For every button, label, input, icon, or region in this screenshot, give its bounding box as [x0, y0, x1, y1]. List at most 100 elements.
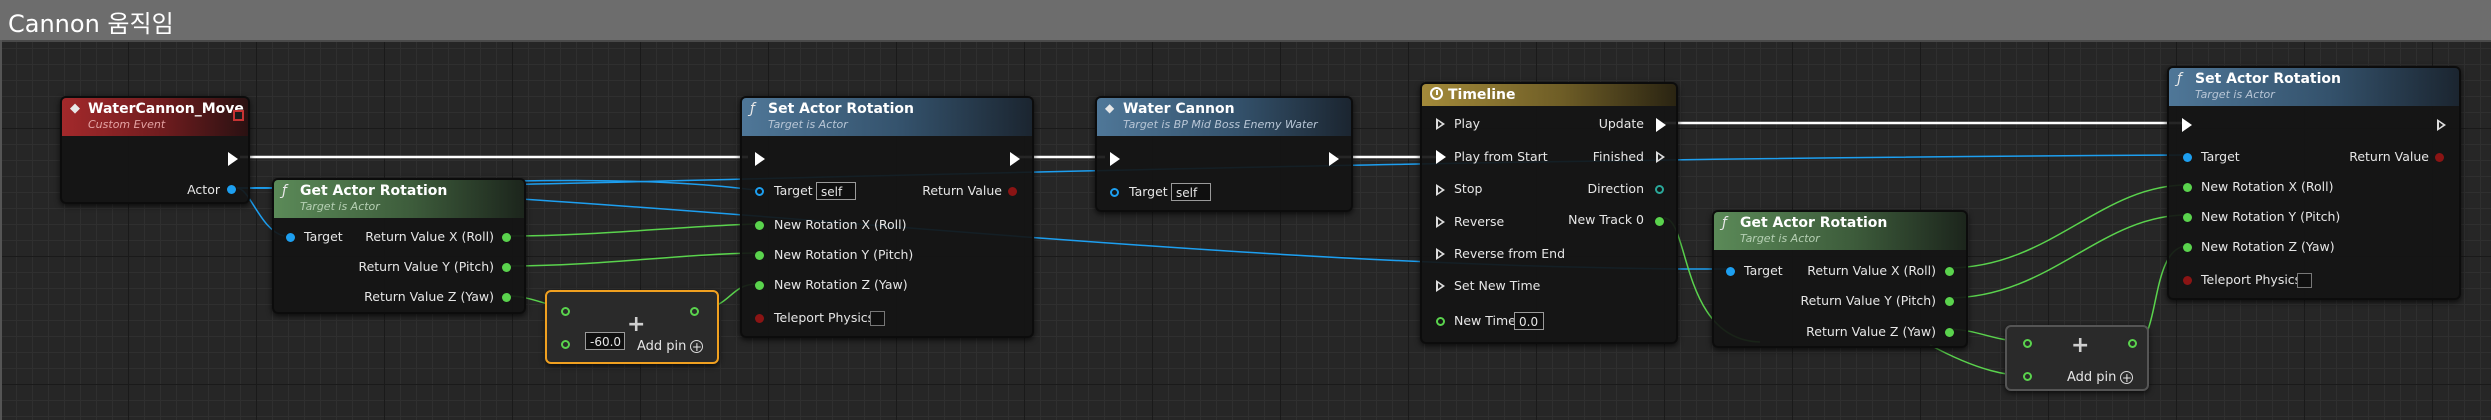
- new-rot-z-pin[interactable]: [755, 281, 764, 290]
- new-rot-y-pin[interactable]: [2183, 213, 2192, 222]
- add-value-field[interactable]: -60.0: [585, 332, 625, 350]
- target-in-pin[interactable]: [755, 187, 764, 196]
- reverse-from-end-exec-pin[interactable]: [1436, 248, 1445, 260]
- add-in-pin-a[interactable]: [2023, 339, 2032, 348]
- timeline-node[interactable]: Timeline Play Update Play from Start Fin…: [1420, 82, 1678, 344]
- new-rot-z-pin[interactable]: [2183, 243, 2192, 252]
- return-y-pin[interactable]: [502, 263, 511, 272]
- node-subtitle: Target is Actor: [2195, 88, 2275, 101]
- custom-event-node[interactable]: ◆ WaterCannon_Move Custom Event Actor: [60, 96, 250, 204]
- play-from-start-exec-pin[interactable]: [1436, 150, 1446, 164]
- update-exec-pin[interactable]: [1656, 118, 1666, 132]
- new-rot-x-pin[interactable]: [2183, 183, 2192, 192]
- return-x-pin[interactable]: [1945, 267, 1954, 276]
- function-icon-glyph: ƒ: [282, 183, 287, 199]
- new-rot-z-label: New Rotation Z (Yaw): [2201, 239, 2335, 254]
- node-header[interactable]: ◆ Water Cannon Target is BP Mid Boss Ene…: [1097, 98, 1351, 136]
- return-x-label: Return Value X (Roll): [365, 229, 494, 244]
- target-in-pin[interactable]: [1726, 267, 1735, 276]
- add-out-pin[interactable]: [690, 307, 699, 316]
- water-cannon-node[interactable]: ◆ Water Cannon Target is BP Mid Boss Ene…: [1095, 96, 1353, 212]
- exec-in-pin[interactable]: [755, 152, 765, 166]
- exec-in-pin[interactable]: [1110, 152, 1120, 166]
- add-in-pin-b[interactable]: [561, 340, 570, 349]
- get-actor-rotation-node[interactable]: function-icon ƒ Get Actor Rotation Targe…: [272, 178, 526, 314]
- add-out-pin[interactable]: [2128, 339, 2137, 348]
- finished-label: Finished: [1592, 149, 1644, 164]
- return-value-label: Return Value: [922, 183, 1002, 198]
- add-float-node[interactable]: + Add pin +: [2005, 325, 2149, 391]
- get-actor-rotation-node[interactable]: ƒ Get Actor Rotation Target is Actor Tar…: [1712, 210, 1968, 348]
- teleport-physics-checkbox[interactable]: [2297, 273, 2312, 288]
- node-header[interactable]: ◆ WaterCannon_Move Custom Event: [62, 98, 248, 136]
- reverse-label: Reverse: [1454, 214, 1505, 229]
- node-header[interactable]: ƒ Set Actor Rotation Target is Actor: [742, 98, 1032, 136]
- return-y-label: Return Value Y (Pitch): [1800, 293, 1936, 308]
- exec-out-pin[interactable]: [228, 152, 238, 166]
- node-header[interactable]: Timeline: [1422, 84, 1676, 106]
- target-in-pin[interactable]: [286, 233, 295, 242]
- actor-out-pin[interactable]: [227, 185, 236, 194]
- delegate-pin-icon[interactable]: [233, 110, 244, 121]
- return-y-label: Return Value Y (Pitch): [358, 259, 494, 274]
- play-exec-pin[interactable]: [1436, 118, 1445, 130]
- add-float-node[interactable]: -60.0 + Add pin +: [545, 290, 719, 364]
- actor-pin-label: Actor: [187, 182, 220, 197]
- add-plus-symbol: +: [627, 312, 646, 337]
- target-self-field[interactable]: self: [816, 182, 856, 200]
- return-y-pin[interactable]: [1945, 297, 1954, 306]
- return-value-pin[interactable]: [2435, 153, 2444, 162]
- return-x-label: Return Value X (Roll): [1807, 263, 1936, 278]
- event-diamond-icon: ◆: [70, 101, 80, 116]
- return-z-pin[interactable]: [1945, 328, 1954, 337]
- target-in-pin[interactable]: [1110, 188, 1119, 197]
- node-header[interactable]: function-icon ƒ Get Actor Rotation Targe…: [274, 180, 524, 218]
- set-actor-rotation-node[interactable]: ƒ Set Actor Rotation Target is Actor Tar…: [740, 96, 1034, 338]
- new-rot-y-pin[interactable]: [755, 251, 764, 260]
- direction-pin[interactable]: [1655, 185, 1664, 194]
- reverse-exec-pin[interactable]: [1436, 216, 1445, 228]
- node-subtitle: Target is BP Mid Boss Enemy Water: [1123, 118, 1318, 131]
- return-x-pin[interactable]: [502, 233, 511, 242]
- comment-box-header[interactable]: Cannon 움직임: [0, 0, 2491, 42]
- new-time-pin[interactable]: [1436, 317, 1445, 326]
- new-track-pin[interactable]: [1655, 217, 1664, 226]
- add-pin-button[interactable]: Add pin +: [2067, 370, 2134, 385]
- node-header[interactable]: ƒ Set Actor Rotation Target is Actor: [2169, 68, 2459, 106]
- add-in-pin-b[interactable]: [2023, 372, 2032, 381]
- target-label: Target: [2201, 149, 2240, 164]
- node-title: Get Actor Rotation: [1740, 215, 1888, 231]
- node-title: WaterCannon_Move: [88, 101, 244, 117]
- add-pin-button[interactable]: Add pin +: [637, 339, 704, 354]
- target-self-field[interactable]: self: [1171, 183, 1211, 201]
- set-new-time-exec-pin[interactable]: [1436, 280, 1445, 292]
- exec-out-pin[interactable]: [2437, 119, 2446, 131]
- play-label: Play: [1454, 116, 1481, 131]
- return-value-label: Return Value: [2349, 149, 2429, 164]
- stop-label: Stop: [1454, 181, 1483, 196]
- finished-exec-pin[interactable]: [1656, 151, 1665, 163]
- add-in-pin-a[interactable]: [561, 307, 570, 316]
- node-subtitle: Custom Event: [88, 118, 166, 131]
- teleport-physics-checkbox[interactable]: [870, 311, 885, 326]
- direction-label: Direction: [1587, 181, 1644, 196]
- add-plus-symbol: +: [2071, 333, 2090, 358]
- node-title: Water Cannon: [1123, 101, 1235, 117]
- teleport-physics-pin[interactable]: [755, 314, 764, 323]
- exec-out-pin[interactable]: [1010, 152, 1020, 166]
- exec-out-pin[interactable]: [1329, 152, 1339, 166]
- new-time-field[interactable]: 0.0: [1514, 312, 1544, 330]
- comment-title: Cannon 움직임: [8, 10, 174, 38]
- target-in-pin[interactable]: [2183, 153, 2192, 162]
- node-subtitle: Target is Actor: [300, 200, 380, 213]
- stop-exec-pin[interactable]: [1436, 184, 1445, 196]
- return-z-pin[interactable]: [502, 293, 511, 302]
- teleport-physics-pin[interactable]: [2183, 276, 2192, 285]
- new-rot-x-pin[interactable]: [755, 221, 764, 230]
- set-actor-rotation-node[interactable]: ƒ Set Actor Rotation Target is Actor Tar…: [2167, 66, 2461, 300]
- exec-in-pin[interactable]: [2182, 118, 2192, 132]
- add-pin-icon: +: [2120, 371, 2134, 385]
- return-value-pin[interactable]: [1008, 187, 1017, 196]
- target-label: Target: [304, 229, 343, 244]
- node-header[interactable]: ƒ Get Actor Rotation Target is Actor: [1714, 212, 1966, 250]
